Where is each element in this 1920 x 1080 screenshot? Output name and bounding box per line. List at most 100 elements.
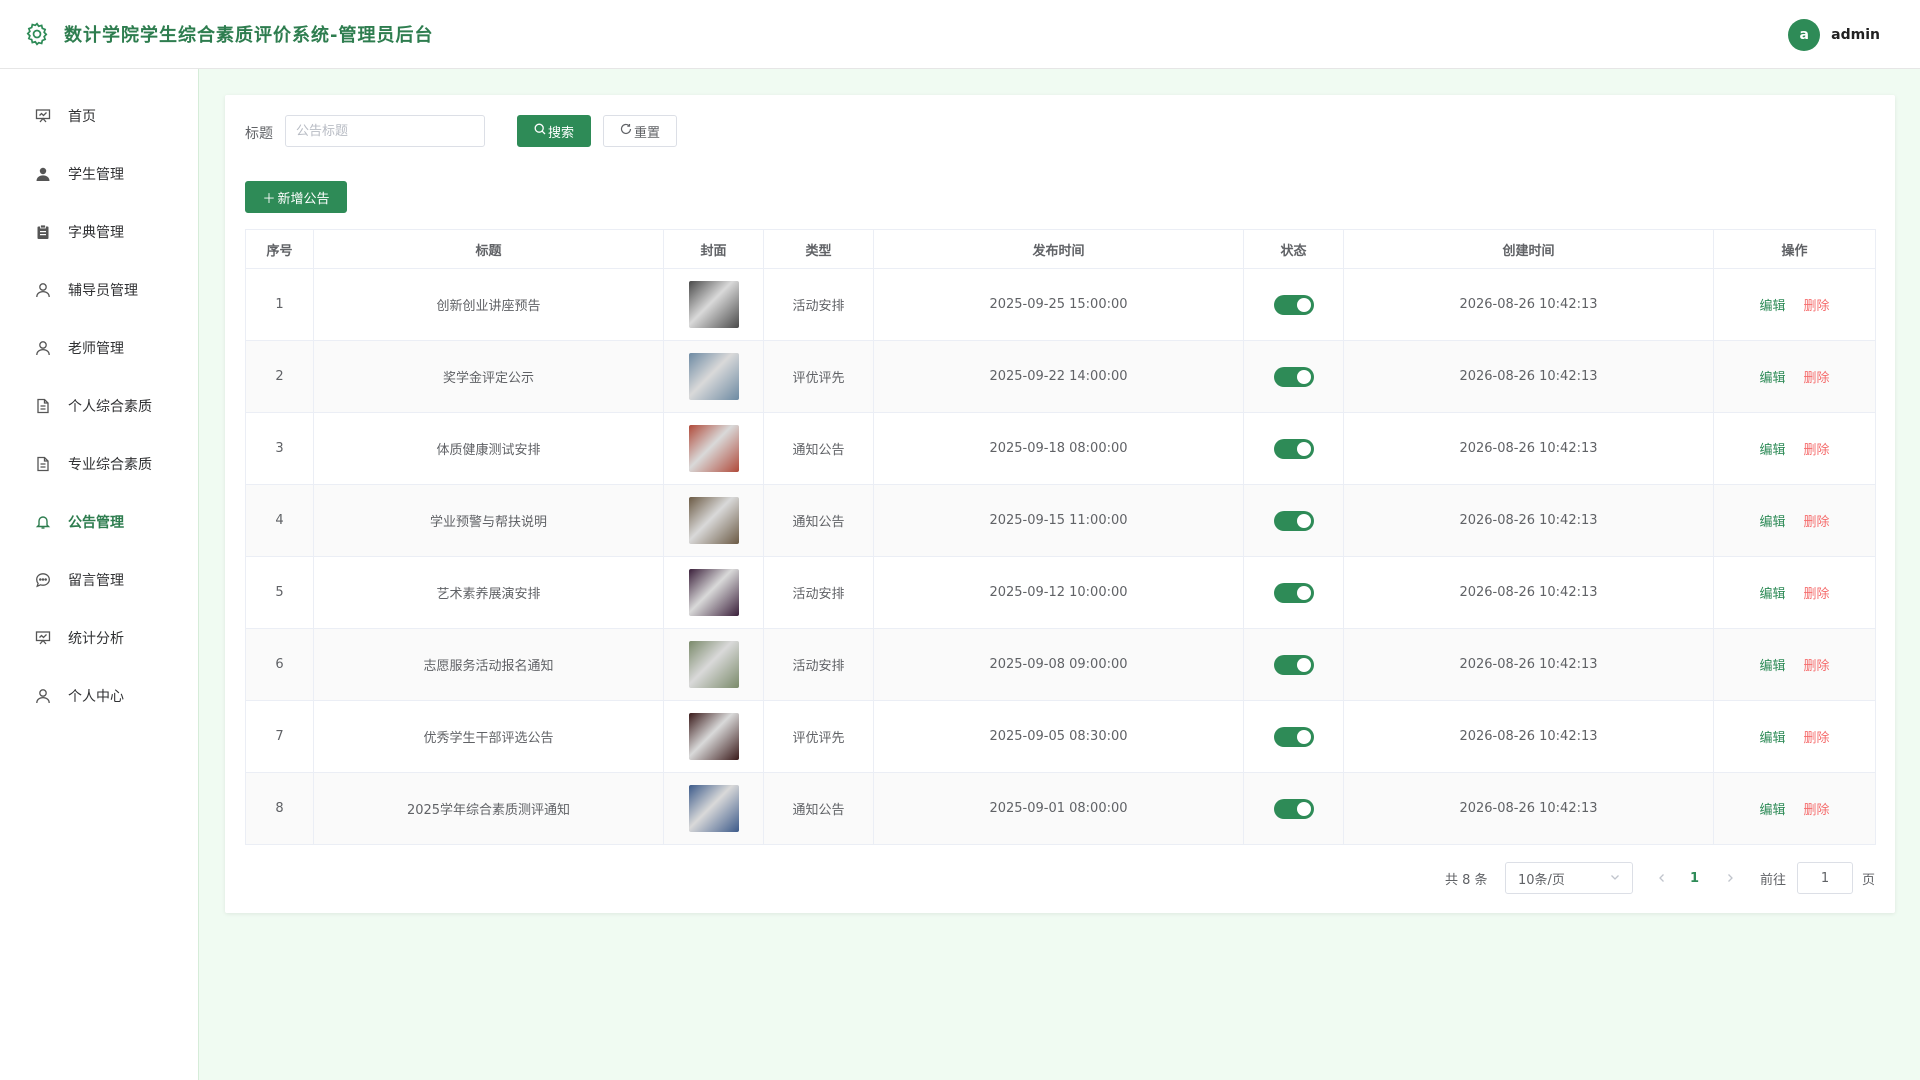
row-type: 通知公告 xyxy=(763,772,874,845)
status-toggle[interactable] xyxy=(1273,726,1314,747)
row-actions: 编辑 删除 xyxy=(1713,556,1876,629)
next-page-button[interactable] xyxy=(1725,862,1735,894)
status-toggle[interactable] xyxy=(1273,798,1314,819)
row-status xyxy=(1243,628,1344,701)
sidebar-item-teachers[interactable]: 老师管理 xyxy=(0,328,199,368)
row-type: 活动安排 xyxy=(763,268,874,341)
sidebar-item-label: 个人中心 xyxy=(68,689,124,705)
delete-button[interactable]: 删除 xyxy=(1804,659,1830,674)
cover-image[interactable] xyxy=(688,785,739,832)
delete-button[interactable]: 删除 xyxy=(1804,371,1830,386)
status-toggle[interactable] xyxy=(1273,510,1314,531)
edit-button[interactable]: 编辑 xyxy=(1759,659,1785,674)
status-toggle[interactable] xyxy=(1273,654,1314,675)
row-publish-time: 2025-09-05 08:30:00 xyxy=(873,700,1244,773)
table-row: 5 艺术素养展演安排 活动安排 2025-09-12 10:00:00 2026-08-… xyxy=(245,556,1876,629)
delete-button[interactable]: 删除 xyxy=(1804,587,1830,602)
row-index: 2 xyxy=(245,340,314,413)
username[interactable]: admin xyxy=(1831,27,1880,43)
table-row: 1 创新创业讲座预告 活动安排 2025-09-25 15:00:00 2026-08-… xyxy=(245,268,1876,341)
row-publish-time: 2025-09-12 10:00:00 xyxy=(873,556,1244,629)
avatar[interactable]: a xyxy=(1788,19,1821,51)
status-toggle[interactable] xyxy=(1273,438,1314,459)
cover-image[interactable] xyxy=(688,281,739,328)
sidebar-item-announcements[interactable]: 公告管理 xyxy=(0,502,199,542)
cover-image[interactable] xyxy=(688,425,739,472)
row-title: 创新创业讲座预告 xyxy=(313,268,664,341)
row-actions: 编辑 删除 xyxy=(1713,628,1876,701)
gear-icon xyxy=(22,19,52,49)
table-row: 6 志愿服务活动报名通知 活动安排 2025-09-08 09:00:00 2026-0… xyxy=(245,628,1876,701)
row-actions: 编辑 删除 xyxy=(1713,484,1876,557)
status-toggle[interactable] xyxy=(1273,366,1314,387)
prev-page-button[interactable] xyxy=(1657,862,1667,894)
sidebar-item-personal-quality[interactable]: 个人综合素质 xyxy=(0,386,199,426)
search-input[interactable] xyxy=(285,115,485,147)
row-actions: 编辑 删除 xyxy=(1713,772,1876,845)
sidebar-item-dictionary[interactable]: 字典管理 xyxy=(0,212,199,252)
delete-button[interactable]: 删除 xyxy=(1804,443,1830,458)
table-row: 7 优秀学生干部评选公告 评优评先 2025-09-05 08:30:00 2026-0… xyxy=(245,700,1876,773)
sidebar-item-messages[interactable]: 留言管理 xyxy=(0,560,199,600)
delete-button[interactable]: 删除 xyxy=(1804,515,1830,530)
delete-button[interactable]: 删除 xyxy=(1804,803,1830,818)
row-created-time: 2026-08-26 10:42:13 xyxy=(1343,268,1714,341)
row-created-time: 2026-08-26 10:42:13 xyxy=(1343,340,1714,413)
page-size-select[interactable]: 10条/页 xyxy=(1505,862,1633,894)
edit-button[interactable]: 编辑 xyxy=(1759,371,1785,386)
reset-button[interactable]: 重置 xyxy=(603,115,677,147)
search-label: 标题 xyxy=(245,126,273,142)
edit-button[interactable]: 编辑 xyxy=(1759,587,1785,602)
sidebar-item-profile[interactable]: 个人中心 xyxy=(0,676,199,716)
edit-button[interactable]: 编辑 xyxy=(1759,443,1785,458)
column-header: 标题 xyxy=(313,229,664,269)
user-icon xyxy=(34,281,52,299)
sidebar-item-label: 公告管理 xyxy=(68,515,124,531)
sidebar-item-major-quality[interactable]: 专业综合素质 xyxy=(0,444,199,484)
table-row: 4 学业预警与帮扶说明 通知公告 2025-09-15 11:00:00 2026-08… xyxy=(245,484,1876,557)
top-header: 数计学院学生综合素质评价系统-管理员后台 a admin xyxy=(0,0,1920,69)
row-status xyxy=(1243,268,1344,341)
row-title: 2025学年综合素质测评通知 xyxy=(313,772,664,845)
row-cover xyxy=(663,628,764,701)
delete-button[interactable]: 删除 xyxy=(1804,299,1830,314)
status-toggle[interactable] xyxy=(1273,582,1314,603)
cover-image[interactable] xyxy=(688,569,739,616)
user-menu[interactable]: a admin xyxy=(1788,19,1880,51)
sidebar-item-home[interactable]: 首页 xyxy=(0,96,199,136)
sidebar-item-counselors[interactable]: 辅导员管理 xyxy=(0,270,199,310)
main-card: 标题 搜索 重置 ＋ 新增公告 序号 标题 封面 类型 发布时间 状态 xyxy=(225,95,1895,913)
edit-button[interactable]: 编辑 xyxy=(1759,803,1785,818)
add-button-label: 新增公告 xyxy=(277,191,330,207)
delete-button[interactable]: 删除 xyxy=(1804,731,1830,746)
row-title: 奖学金评定公示 xyxy=(313,340,664,413)
row-title: 志愿服务活动报名通知 xyxy=(313,628,664,701)
add-announcement-button[interactable]: ＋ 新增公告 xyxy=(245,181,347,213)
presentation-icon xyxy=(34,629,52,647)
status-toggle[interactable] xyxy=(1273,294,1314,315)
row-publish-time: 2025-09-18 08:00:00 xyxy=(873,412,1244,485)
edit-button[interactable]: 编辑 xyxy=(1759,299,1785,314)
sidebar-item-label: 留言管理 xyxy=(68,573,124,589)
row-cover xyxy=(663,340,764,413)
page-number-current[interactable]: 1 xyxy=(1690,862,1699,894)
cover-image[interactable] xyxy=(688,641,739,688)
user-icon xyxy=(34,339,52,357)
cover-image[interactable] xyxy=(688,713,739,760)
row-publish-time: 2025-09-15 11:00:00 xyxy=(873,484,1244,557)
sidebar-item-label: 统计分析 xyxy=(68,631,124,647)
user-icon xyxy=(34,687,52,705)
goto-page-input[interactable] xyxy=(1797,862,1853,894)
sidebar-item-students[interactable]: 学生管理 xyxy=(0,154,199,194)
edit-button[interactable]: 编辑 xyxy=(1759,731,1785,746)
cover-image[interactable] xyxy=(688,353,739,400)
column-header: 发布时间 xyxy=(873,229,1244,269)
sidebar-item-label: 个人综合素质 xyxy=(68,399,152,415)
edit-button[interactable]: 编辑 xyxy=(1759,515,1785,530)
cover-image[interactable] xyxy=(688,497,739,544)
sidebar-item-statistics[interactable]: 统计分析 xyxy=(0,618,199,658)
document-icon xyxy=(34,397,52,415)
search-button[interactable]: 搜索 xyxy=(517,115,591,147)
search-icon xyxy=(534,123,546,139)
row-status xyxy=(1243,556,1344,629)
